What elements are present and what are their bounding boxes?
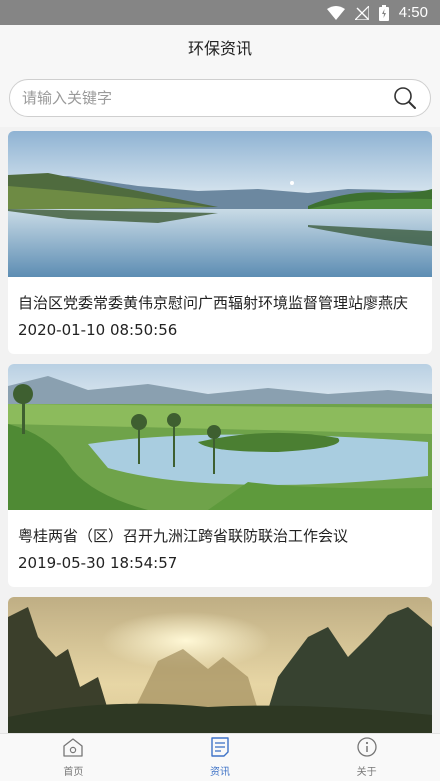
search-input[interactable] — [22, 89, 392, 107]
news-card[interactable]: 粤桂两省（区）召开九洲江跨省联防联治工作会议 2019-05-30 18:54:… — [8, 364, 432, 587]
news-title: 自治区党委常委黄伟京慰问广西辐射环境监督管理站廖燕庆 — [18, 294, 409, 312]
tab-home[interactable]: 首页 — [0, 734, 147, 781]
tab-about[interactable]: 关于 — [293, 734, 440, 781]
news-date: 2020-01-10 08:50:56 — [18, 321, 178, 339]
news-card[interactable] — [8, 597, 432, 733]
search-box[interactable] — [9, 79, 431, 117]
news-card[interactable]: 自治区党委常委黄伟京慰问广西辐射环境监督管理站廖燕庆 2020-01-10 08… — [8, 131, 432, 354]
status-time: 4:50 — [398, 4, 428, 21]
news-image-lake — [8, 131, 432, 277]
no-signal-icon — [354, 5, 369, 20]
search-bar — [0, 69, 440, 127]
tab-home-label: 首页 — [63, 767, 84, 778]
status-bar: 4:50 — [0, 0, 440, 25]
tab-about-label: 关于 — [356, 767, 377, 778]
news-feed[interactable]: 自治区党委常委黄伟京慰问广西辐射环境监督管理站廖燕庆 2020-01-10 08… — [0, 127, 440, 733]
news-icon — [211, 737, 229, 761]
tab-news[interactable]: 资讯 — [147, 734, 294, 781]
search-icon[interactable] — [392, 85, 418, 111]
wifi-icon — [326, 5, 345, 20]
info-icon — [357, 737, 377, 761]
news-image-wetland — [8, 364, 432, 510]
app-header: 环保资讯 — [0, 25, 440, 69]
page-title: 环保资讯 — [187, 39, 252, 58]
news-title: 粤桂两省（区）召开九洲江跨省联防联治工作会议 — [18, 527, 349, 545]
tab-bar: 首页 资讯 关于 — [0, 733, 440, 781]
home-icon — [62, 737, 84, 761]
news-date: 2019-05-30 18:54:57 — [18, 554, 178, 572]
battery-icon — [378, 4, 389, 21]
tab-news-label: 资讯 — [210, 767, 230, 778]
news-image-karst — [8, 597, 432, 733]
